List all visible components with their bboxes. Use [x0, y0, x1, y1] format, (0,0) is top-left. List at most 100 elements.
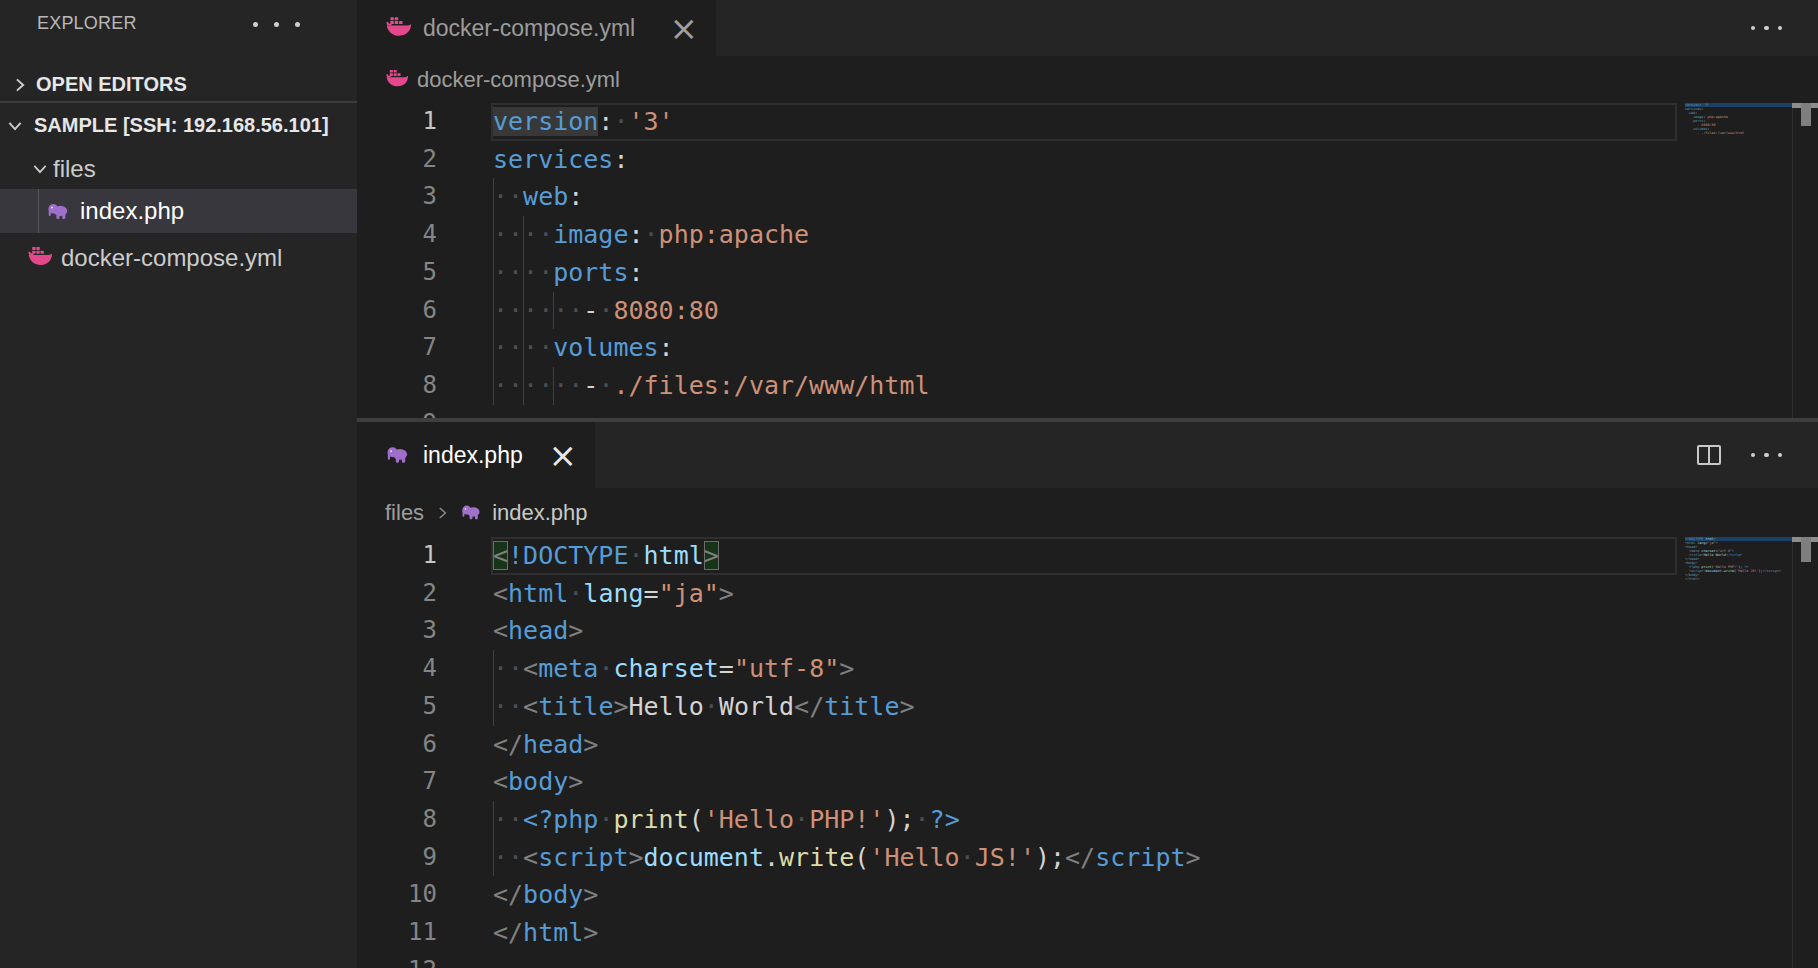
code-text: ····image:·php:apache — [493, 216, 809, 254]
code-line[interactable]: 9··<script>document.write('Hello·JS!');<… — [357, 839, 1818, 877]
docker-file-icon — [385, 68, 408, 91]
line-number[interactable]: 6 — [357, 292, 437, 330]
code-line[interactable]: 10 </body> — [357, 876, 1818, 914]
minimap-border — [1792, 103, 1793, 418]
line-number[interactable]: 9 — [357, 839, 437, 877]
code-line[interactable]: 4 ··<meta·charset="utf-8"> — [357, 650, 1818, 688]
line-number[interactable]: 9 — [357, 405, 437, 418]
line-number[interactable]: 2 — [357, 141, 437, 179]
code-line[interactable]: 3<head> — [357, 612, 1818, 650]
explorer-more-actions-icon[interactable] — [253, 22, 300, 27]
breadcrumb[interactable]: docker-compose.yml — [357, 56, 1818, 103]
code-text: ··<title>Hello·World</title> — [493, 688, 915, 726]
breadcrumb-item[interactable]: index.php — [492, 500, 587, 526]
code-line[interactable]: 5····ports: — [357, 254, 1818, 292]
editor-actions — [1751, 0, 1818, 56]
vscode-window: EXPLORER OPEN EDITORS SAMPLE [SSH: 192.1… — [0, 0, 1818, 968]
code-editor-php[interactable]: 1 <!DOCTYPE·html> 2 <html·lang="ja">3<head>… — [357, 537, 1818, 968]
tree-item-docker-compose[interactable]: docker-compose.yml — [0, 236, 357, 279]
minimap[interactable]: version: '3'services: web: image: php:ap… — [1680, 103, 1792, 139]
open-editors-section-header[interactable]: OPEN EDITORS — [0, 63, 357, 106]
tab-docker-compose-yml[interactable]: docker-compose.yml × — [357, 0, 716, 56]
workspace-label: SAMPLE [SSH: 192.168.56.101] — [34, 114, 329, 137]
code-line[interactable]: 8······-·./files:/var/www/html — [357, 367, 1818, 405]
code-line[interactable]: 7<body> — [357, 763, 1818, 801]
line-number[interactable]: 10 — [357, 876, 437, 914]
tab-bar: docker-compose.yml × — [357, 0, 1818, 56]
breadcrumb[interactable]: files index.php — [357, 488, 1818, 537]
more-actions-icon[interactable] — [1751, 26, 1783, 31]
line-number[interactable]: 3 — [357, 178, 437, 216]
code-line[interactable]: 7 ····volumes: — [357, 329, 1818, 367]
line-number[interactable]: 5 — [357, 254, 437, 292]
split-editor-icon[interactable] — [1697, 445, 1721, 465]
more-actions-icon[interactable] — [1751, 453, 1783, 458]
code-line[interactable]: 11 </html> — [357, 914, 1818, 952]
line-number[interactable]: 6 — [357, 726, 437, 764]
code-text: services: — [493, 141, 628, 179]
line-number[interactable]: 7 — [357, 329, 437, 367]
line-number[interactable]: 3 — [357, 612, 437, 650]
code-line[interactable]: 2 services: — [357, 141, 1818, 179]
explorer-sidebar: EXPLORER OPEN EDITORS SAMPLE [SSH: 192.1… — [0, 0, 357, 968]
scrollbar-thumb[interactable] — [1801, 103, 1811, 126]
code-line[interactable]: 9 — [357, 405, 1818, 418]
code-text: ······-·8080:80 — [493, 292, 719, 330]
minimap-border — [1792, 537, 1793, 968]
code-text: </html> — [493, 914, 598, 952]
line-number[interactable]: 1 — [357, 103, 437, 141]
docker-file-icon — [385, 15, 411, 41]
line-number[interactable]: 4 — [357, 216, 437, 254]
minimap-line — [1685, 135, 1792, 139]
minimap[interactable]: <!DOCTYPE html><html lang="ja"><head> <m… — [1680, 537, 1792, 585]
breadcrumb-item[interactable]: docker-compose.yml — [417, 67, 620, 93]
code-line[interactable]: 2 <html·lang="ja"> — [357, 575, 1818, 613]
tree-item-files[interactable]: files — [0, 147, 357, 190]
workspace-section-header[interactable]: SAMPLE [SSH: 192.168.56.101] — [0, 104, 357, 147]
code-text: version:·'3' — [493, 103, 674, 141]
breadcrumb-item[interactable]: files — [385, 500, 424, 526]
line-number[interactable]: 2 — [357, 575, 437, 613]
scrollbar-thumb[interactable] — [1801, 537, 1811, 562]
tab-bar: index.php × — [357, 422, 1818, 488]
line-number[interactable]: 8 — [357, 801, 437, 839]
code-text: </body> — [493, 876, 598, 914]
code-line[interactable]: 12 — [357, 952, 1818, 968]
line-number[interactable]: 5 — [357, 688, 437, 726]
code-editor-yaml[interactable]: 1 version:·'3' 2 services:3··web:4 ····image… — [357, 103, 1818, 418]
open-editors-label: OPEN EDITORS — [36, 73, 187, 96]
php-file-icon — [385, 442, 411, 468]
editor-area: docker-compose.yml × docker-compose.yml … — [357, 0, 1818, 968]
code-line[interactable]: 6</head> — [357, 726, 1818, 764]
close-icon[interactable]: × — [670, 15, 699, 41]
line-number[interactable]: 4 — [357, 650, 437, 688]
code-line[interactable]: 5 ··<title>Hello·World</title> — [357, 688, 1818, 726]
line-number[interactable]: 8 — [357, 367, 437, 405]
code-line[interactable]: 1 <!DOCTYPE·html> — [357, 537, 1818, 575]
line-number[interactable]: 11 — [357, 914, 437, 952]
code-line[interactable]: 3··web: — [357, 178, 1818, 216]
tree-item-index-php[interactable]: index.php — [0, 189, 357, 233]
code-text: ····volumes: — [493, 329, 674, 367]
code-text: ··<meta·charset="utf-8"> — [493, 650, 854, 688]
code-line[interactable]: 4 ····image:·php:apache — [357, 216, 1818, 254]
line-number[interactable]: 1 — [357, 537, 437, 575]
editor-actions — [1697, 422, 1818, 488]
editor-group-divider[interactable] — [357, 418, 1818, 422]
tree-indent-guide — [38, 189, 39, 233]
minimap-line — [1685, 581, 1792, 585]
line-number[interactable]: 7 — [357, 763, 437, 801]
tree-item-label: index.php — [80, 197, 184, 225]
code-text: <html·lang="ja"> — [493, 575, 734, 613]
tab-index-php[interactable]: index.php × — [357, 422, 595, 488]
php-file-icon — [460, 501, 483, 524]
docker-file-icon — [27, 245, 52, 270]
code-line[interactable]: 6 ······-·8080:80 — [357, 292, 1818, 330]
code-line[interactable]: 1 version:·'3' — [357, 103, 1818, 141]
code-line[interactable]: 8 ··<?php·print('Hello·PHP!');·?> — [357, 801, 1818, 839]
line-number[interactable]: 12 — [357, 952, 437, 968]
code-text: <!DOCTYPE·html> — [493, 537, 719, 575]
code-text: ··<?php·print('Hello·PHP!');·?> — [493, 801, 960, 839]
tab-label: docker-compose.yml — [423, 15, 660, 42]
close-icon[interactable]: × — [549, 442, 578, 468]
